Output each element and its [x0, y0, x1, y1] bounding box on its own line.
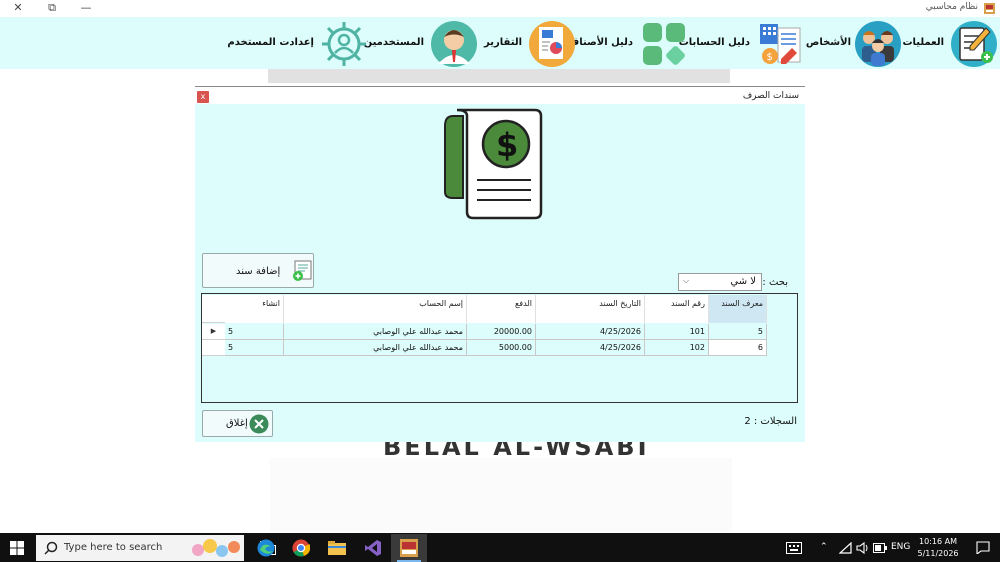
toolbar-divider [268, 69, 730, 83]
payment-vouchers-dialog: x سندات الصرف $ إضافة سند بحث : لا شي ⌵ [195, 86, 805, 442]
toolbar-item-label: العمليات [902, 37, 945, 48]
close-circle-icon [249, 414, 269, 434]
windows-taskbar: Type here to search ⌃ ENG 10:16 AM 5/11/… [0, 533, 1000, 562]
toolbar-item-label: إعدادت المستخدم [227, 37, 314, 48]
cell-payment: 5000.00 [467, 340, 536, 356]
chevron-up-icon[interactable]: ⌃ [820, 542, 828, 552]
toolbar-item-label: التقارير [484, 37, 522, 48]
taskbar-clock[interactable]: 10:16 AM 5/11/2026 [910, 536, 966, 560]
clock-time: 10:16 AM [919, 537, 957, 546]
svg-text:$: $ [767, 52, 773, 63]
toolbar-item-accounts-guide[interactable]: دليل الحسابات $ [679, 17, 804, 69]
column-header-payment[interactable]: الدفع [467, 295, 536, 323]
language-indicator[interactable]: ENG [891, 542, 910, 552]
search-icon [44, 541, 58, 555]
toolbar-item-users[interactable]: المستخدمين [364, 17, 480, 69]
user-settings-gear-icon [322, 22, 366, 66]
row-selector-current[interactable]: ▶ [202, 324, 225, 340]
document-edit-icon [951, 21, 997, 67]
main-toolbar: العمليات الأشخاص دليل الحسابات $ دليل ال… [0, 17, 1000, 69]
keyboard-icon[interactable] [786, 542, 802, 554]
chevron-down-icon: ⌵ [683, 276, 690, 285]
column-header-voucher-date[interactable]: التاريخ السند [536, 295, 645, 323]
user-avatar-icon [431, 21, 477, 67]
column-header-account-name[interactable]: إسم الحساب [284, 295, 467, 323]
toolbar-item-label: المستخدمين [363, 37, 424, 48]
search-filter-value: لا شي [730, 276, 756, 287]
cell-created: 5 [225, 324, 284, 340]
notification-icon[interactable] [976, 541, 990, 554]
cell-created: 5 [225, 340, 284, 356]
svg-text:$: $ [496, 126, 518, 164]
edge-browser-icon [257, 539, 275, 557]
add-document-icon [293, 260, 312, 281]
folder-icon [328, 541, 346, 555]
minimize-window-button[interactable]: — [74, 0, 98, 17]
accounting-app-icon [400, 539, 418, 557]
items-grid-icon [643, 23, 685, 65]
people-icon [855, 21, 901, 67]
search-placeholder: Type here to search [64, 542, 163, 553]
battery-icon[interactable] [873, 543, 887, 553]
taskbar-file-explorer[interactable] [319, 534, 355, 562]
taskbar-visual-studio[interactable] [355, 534, 391, 562]
taskbar-chrome[interactable] [283, 534, 319, 562]
dialog-header: x سندات الصرف [195, 86, 805, 104]
cell-voucher-id: 5 [709, 324, 767, 340]
volume-icon[interactable] [856, 542, 869, 554]
row-selector[interactable] [202, 340, 225, 356]
cell-voucher-date: 4/25/2026 [536, 324, 645, 340]
taskbar-accounting-app[interactable] [391, 534, 427, 562]
records-count: السجلات : 2 [744, 416, 797, 427]
add-voucher-label: إضافة سند [236, 266, 281, 277]
cell-account-name: محمد عبدالله علي الوصابي [284, 340, 467, 356]
taskbar-search-box[interactable]: Type here to search [36, 535, 244, 561]
visual-studio-icon [365, 540, 381, 556]
search-filter-select[interactable]: لا شي ⌵ [678, 273, 762, 291]
column-header-voucher-number[interactable]: رقم السند [645, 295, 709, 323]
search-label: بحث : [762, 277, 788, 288]
toolbar-item-items-guide[interactable]: دليل الأصناف [568, 17, 690, 69]
windows-start-icon[interactable] [10, 541, 24, 555]
clock-date: 5/11/2026 [917, 549, 959, 558]
close-button[interactable]: إغلاق [202, 410, 273, 437]
toolbar-item-people[interactable]: الأشخاص [806, 17, 908, 69]
grid-corner-cell [202, 295, 225, 323]
app-icon [984, 3, 995, 14]
accounts-guide-icon: $ [760, 24, 801, 64]
close-window-button[interactable]: ✕ [6, 0, 30, 17]
money-receipt-icon: $ [444, 108, 543, 220]
cell-voucher-number: 102 [645, 340, 709, 356]
cell-account-name: محمد عبدالله علي الوصابي [284, 324, 467, 340]
search-highlight-flowers-icon [192, 539, 240, 557]
chrome-browser-icon [292, 539, 310, 557]
vouchers-grid: معرف السند رقم السند التاريخ السند الدفع… [201, 293, 798, 403]
cell-voucher-id: 6 [709, 340, 767, 356]
close-button-label: إغلاق [226, 418, 248, 429]
title-bar: ✕ ⧉ — نظام محاسبي [0, 0, 1000, 17]
app-title: نظام محاسبي [925, 2, 978, 12]
column-header-voucher-id[interactable]: معرف السند [709, 295, 767, 323]
taskbar-edge[interactable] [247, 534, 283, 562]
toolbar-item-reports[interactable]: التقارير [484, 17, 578, 69]
dialog-title: سندات الصرف [742, 91, 799, 101]
toolbar-item-user-settings[interactable]: إعدادت المستخدم [227, 17, 370, 69]
background-panel [270, 458, 732, 532]
cell-voucher-date: 4/25/2026 [536, 340, 645, 356]
cell-payment: 20000.00 [467, 324, 536, 340]
add-voucher-button[interactable]: إضافة سند [202, 253, 314, 288]
reports-icon [529, 21, 575, 67]
toolbar-item-label: الأشخاص [805, 37, 851, 48]
restore-window-button[interactable]: ⧉ [40, 0, 64, 17]
cell-voucher-number: 101 [645, 324, 709, 340]
toolbar-item-operations[interactable]: العمليات [896, 17, 1000, 69]
dialog-close-button[interactable]: x [197, 91, 209, 103]
network-icon[interactable] [839, 542, 852, 554]
column-header-created[interactable]: انشاء [225, 295, 284, 323]
